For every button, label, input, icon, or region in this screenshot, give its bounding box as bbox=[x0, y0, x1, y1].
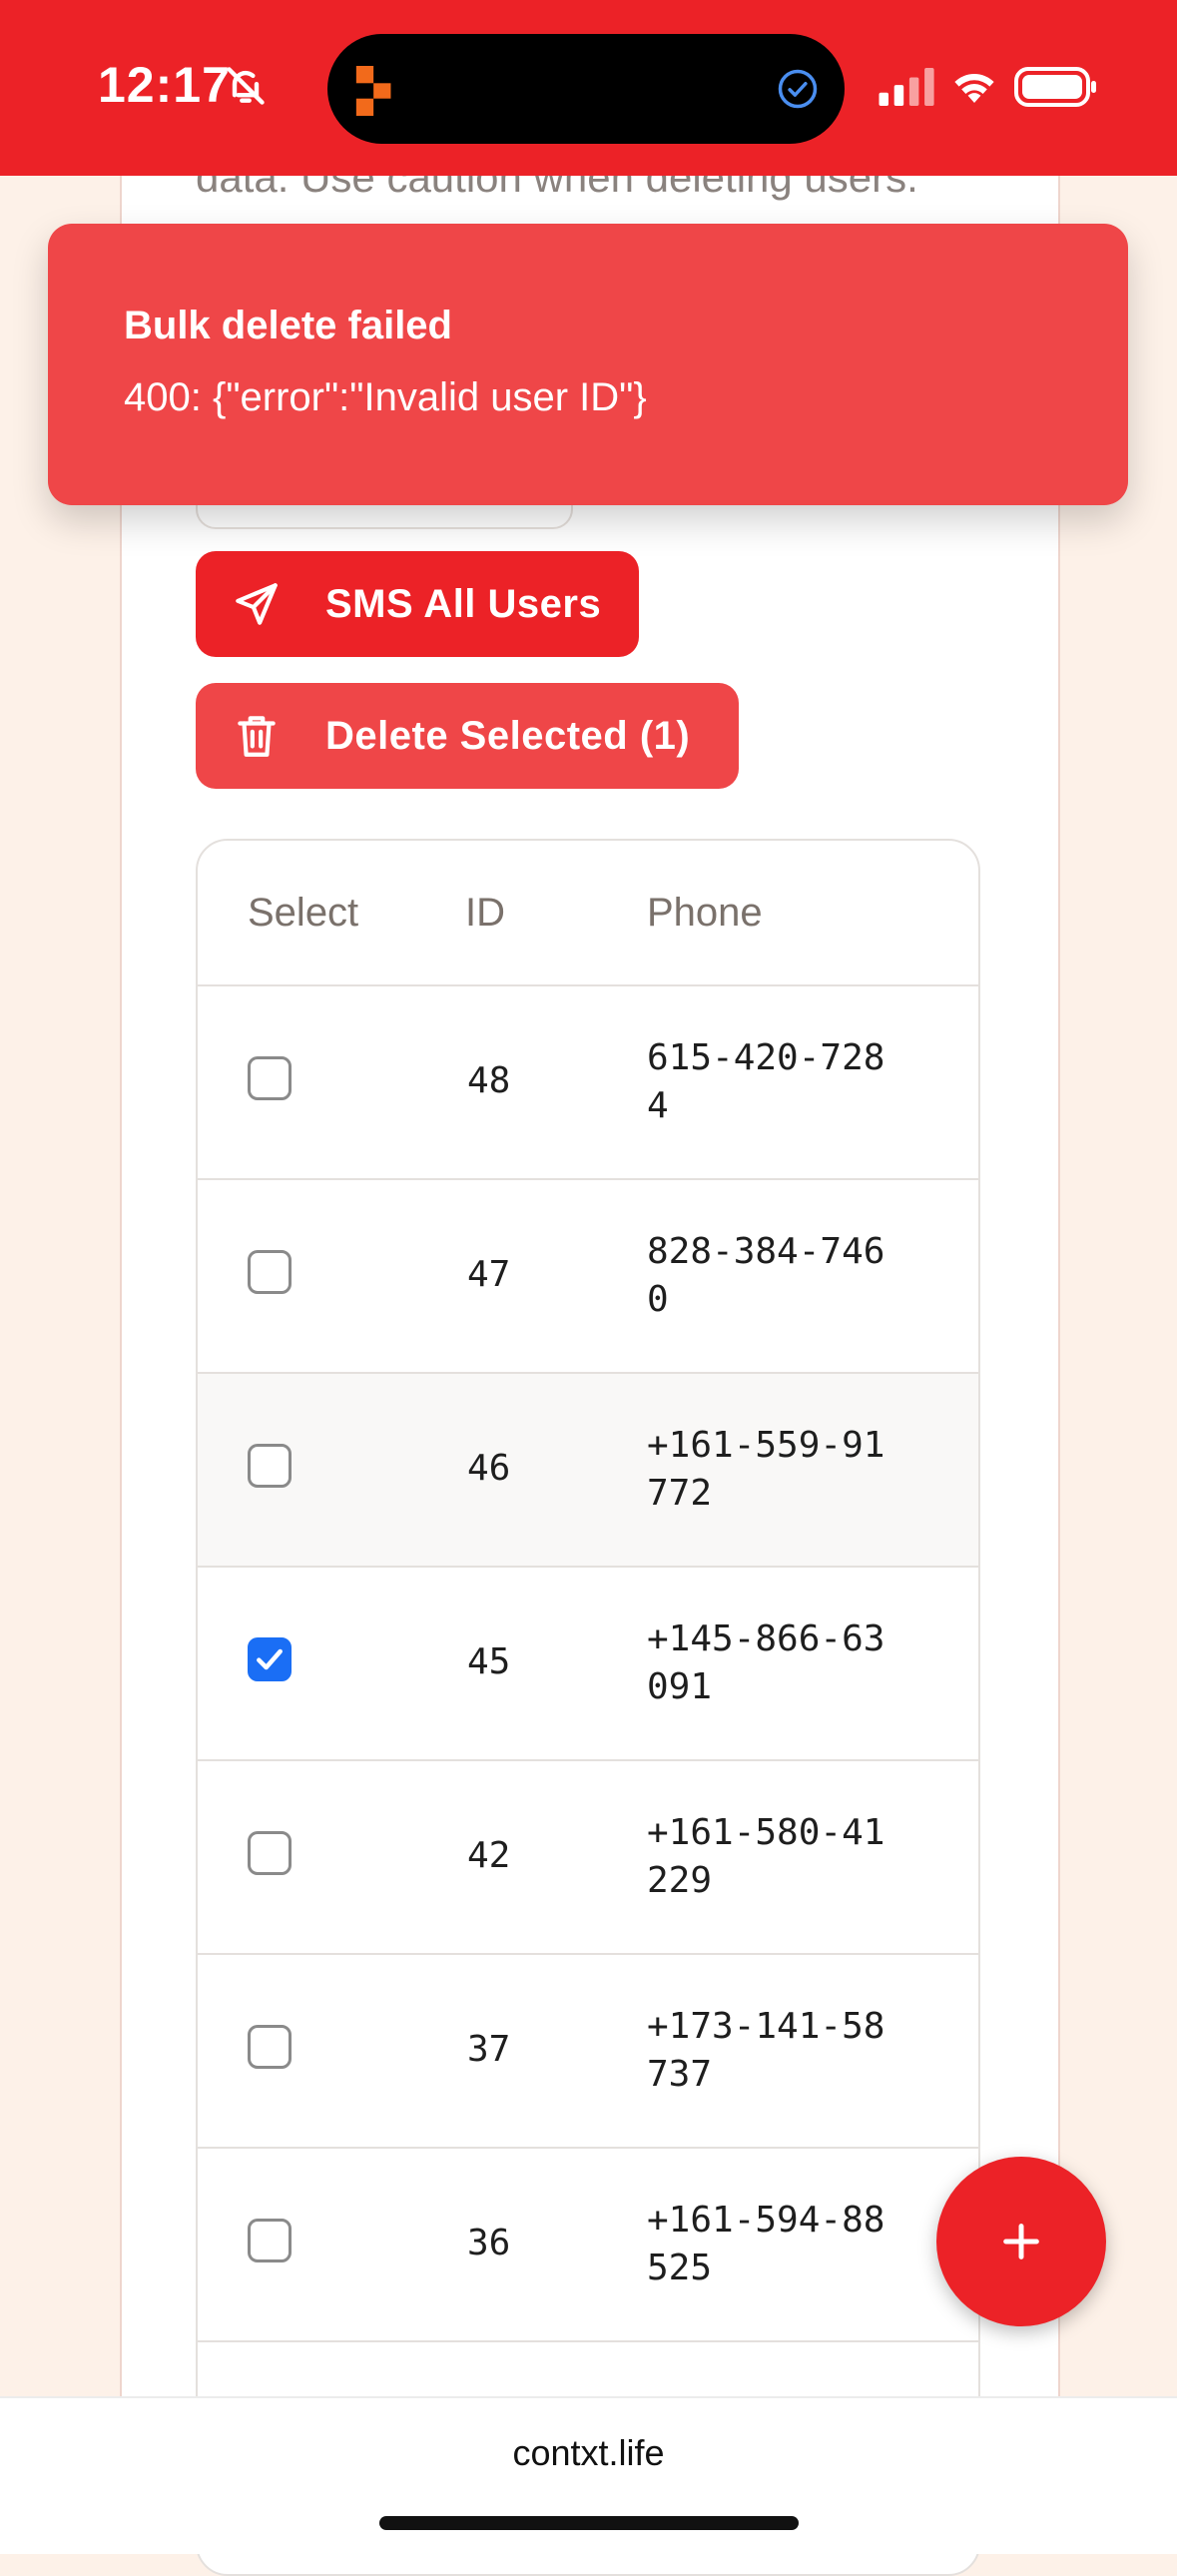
bell-slash-icon bbox=[227, 67, 265, 105]
row-select-checkbox[interactable] bbox=[248, 1250, 292, 1294]
cell-phone: 828-384-7460 bbox=[647, 1231, 885, 1320]
column-header-id: ID bbox=[465, 891, 505, 935]
table-row: 45 +145-866-63091 bbox=[198, 1568, 978, 1761]
toast-title: Bulk delete failed bbox=[124, 304, 452, 347]
cell-id: 48 bbox=[467, 1060, 511, 1101]
row-select-checkbox[interactable] bbox=[248, 2025, 292, 2069]
cell-id: 45 bbox=[467, 1641, 511, 1682]
wifi-icon bbox=[954, 73, 994, 103]
table-row: 48 615-420-7284 bbox=[198, 986, 978, 1180]
cell-phone: +161-559-91772 bbox=[647, 1425, 885, 1514]
cell-id: 46 bbox=[467, 1448, 511, 1489]
add-fab-button[interactable] bbox=[936, 2157, 1106, 2326]
row-select-checkbox[interactable] bbox=[248, 1831, 292, 1875]
cell-phone: +161-594-88525 bbox=[647, 2200, 885, 2288]
app-icon bbox=[355, 66, 391, 116]
row-select-checkbox[interactable] bbox=[248, 1056, 292, 1100]
send-icon bbox=[236, 583, 278, 625]
sms-all-users-label: SMS All Users bbox=[325, 581, 602, 626]
cell-id: 36 bbox=[467, 2223, 511, 2263]
error-toast[interactable]: Bulk delete failed 400: {"error":"Invali… bbox=[48, 224, 1128, 505]
cell-phone: +173-141-58737 bbox=[647, 2006, 885, 2095]
check-circle-icon bbox=[778, 69, 818, 109]
column-header-select: Select bbox=[248, 891, 359, 935]
home-indicator[interactable] bbox=[379, 2516, 799, 2530]
sms-all-users-button[interactable]: SMS All Users bbox=[196, 551, 639, 657]
status-bar: 12:17 bbox=[0, 0, 1177, 176]
status-time: 12:17 bbox=[98, 57, 231, 113]
delete-selected-label: Delete Selected (1) bbox=[325, 713, 691, 758]
browser-url-bar[interactable]: contxt.life bbox=[0, 2396, 1177, 2554]
cell-phone: +145-866-63091 bbox=[647, 1618, 885, 1707]
delete-selected-button[interactable]: Delete Selected (1) bbox=[196, 683, 739, 789]
plus-icon bbox=[1003, 2224, 1039, 2259]
table-row: 37 +173-141-58737 bbox=[198, 1955, 978, 2149]
battery-icon bbox=[1014, 67, 1096, 107]
trash-icon bbox=[238, 716, 276, 757]
table-row: 46 +161-559-91772 bbox=[198, 1374, 978, 1568]
row-select-checkbox[interactable] bbox=[248, 1637, 292, 1681]
checkmark-icon bbox=[257, 1648, 283, 1670]
table-header: Select ID Phone bbox=[198, 841, 978, 986]
cell-phone: 615-420-7284 bbox=[647, 1037, 885, 1126]
cellular-signal-icon bbox=[879, 68, 934, 106]
table-row: 47 828-384-7460 bbox=[198, 1180, 978, 1374]
cell-phone: +161-580-41229 bbox=[647, 1812, 885, 1901]
table-row: 42 +161-580-41229 bbox=[198, 1761, 978, 1955]
toast-message: 400: {"error":"Invalid user ID"} bbox=[124, 375, 647, 419]
users-table: Select ID Phone 48 615-420-7284 47 828-3… bbox=[196, 839, 980, 2576]
cell-id: 47 bbox=[467, 1254, 511, 1295]
cell-id: 37 bbox=[467, 2029, 511, 2070]
row-select-checkbox[interactable] bbox=[248, 1444, 292, 1488]
table-row: 36 +161-594-88525 bbox=[198, 2149, 978, 2342]
row-select-checkbox[interactable] bbox=[248, 2219, 292, 2262]
url-text: contxt.life bbox=[512, 2432, 665, 2473]
column-header-phone: Phone bbox=[647, 891, 763, 935]
dynamic-island bbox=[327, 34, 845, 144]
cell-id: 42 bbox=[467, 1835, 511, 1876]
